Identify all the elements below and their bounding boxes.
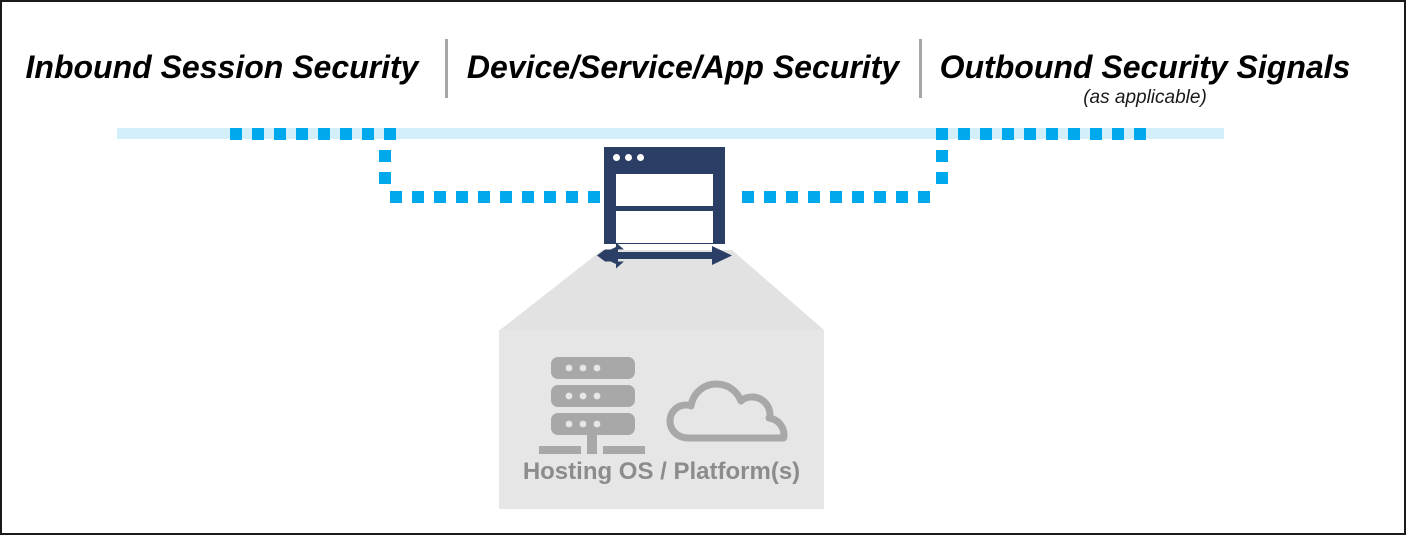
signal-path-dot	[852, 191, 864, 203]
column-title-inbound-session-security: Inbound Session Security	[25, 49, 419, 85]
column-divider-right	[919, 39, 922, 98]
signal-path-dot	[1046, 128, 1058, 140]
signal-path-dot	[384, 128, 396, 140]
signal-path-dot	[566, 191, 578, 203]
signal-path-dot	[412, 191, 424, 203]
server-stack-icon	[539, 357, 645, 454]
signal-path-dot	[1112, 128, 1124, 140]
signal-path-dot	[1002, 128, 1014, 140]
signal-path-dot	[500, 191, 512, 203]
signal-path-dot	[980, 128, 992, 140]
window-control-dot-icon	[625, 154, 632, 161]
window-titlebar	[604, 147, 725, 167]
signal-path-dot	[379, 150, 391, 162]
signal-path-dot	[588, 191, 600, 203]
hosting-platform-icons	[539, 357, 788, 454]
signal-path-dot	[522, 191, 534, 203]
window-content-panel	[616, 174, 713, 206]
signal-path-dot	[318, 128, 330, 140]
signal-path-dot	[1024, 128, 1036, 140]
application-window-icon[interactable]	[604, 147, 725, 244]
cloud-icon	[666, 380, 788, 442]
column-subtitle-as-applicable: (as applicable)	[1083, 87, 1207, 108]
signal-path-dot	[1134, 128, 1146, 140]
signal-path-dot	[252, 128, 264, 140]
signal-path-dot	[936, 150, 948, 162]
signal-path-dot	[230, 128, 242, 140]
signal-path-dot	[742, 191, 754, 203]
signal-path-dot	[896, 191, 908, 203]
column-title-outbound-security-signals: Outbound Security Signals	[939, 49, 1351, 85]
window-control-dot-icon	[637, 154, 644, 161]
signal-path-dot	[478, 191, 490, 203]
signal-path-dot	[958, 128, 970, 140]
signal-path-dot	[830, 191, 842, 203]
signal-path-dot	[918, 191, 930, 203]
signal-path-dot	[936, 172, 948, 184]
window-control-dot-icon	[613, 154, 620, 161]
signal-path-dot	[936, 128, 948, 140]
signal-path-dot	[786, 191, 798, 203]
signal-path-dot	[296, 128, 308, 140]
signal-path-dot	[274, 128, 286, 140]
signal-path-dot	[1068, 128, 1080, 140]
signal-path-dot	[1090, 128, 1102, 140]
signal-path-dot	[340, 128, 352, 140]
bidirectional-arrow-icon	[597, 242, 732, 269]
signal-path-dot	[874, 191, 886, 203]
column-title-device-service-app-security: Device/Service/App Security	[466, 49, 900, 85]
signal-path-dot	[764, 191, 776, 203]
hosting-platform-label: Hosting OS / Platform(s)	[522, 458, 801, 485]
window-content-panel	[616, 211, 713, 243]
signal-path-dot	[544, 191, 556, 203]
signal-path-dot	[434, 191, 446, 203]
diagram-canvas: Inbound Session Security Device/Service/…	[0, 0, 1406, 535]
signal-path-dot	[379, 172, 391, 184]
signal-path-dot	[808, 191, 820, 203]
signal-path-dot	[362, 128, 374, 140]
hosting-platform-block: Hosting OS / Platform(s)	[499, 330, 824, 509]
signal-path-dot	[390, 191, 402, 203]
signal-path-dot	[456, 191, 468, 203]
